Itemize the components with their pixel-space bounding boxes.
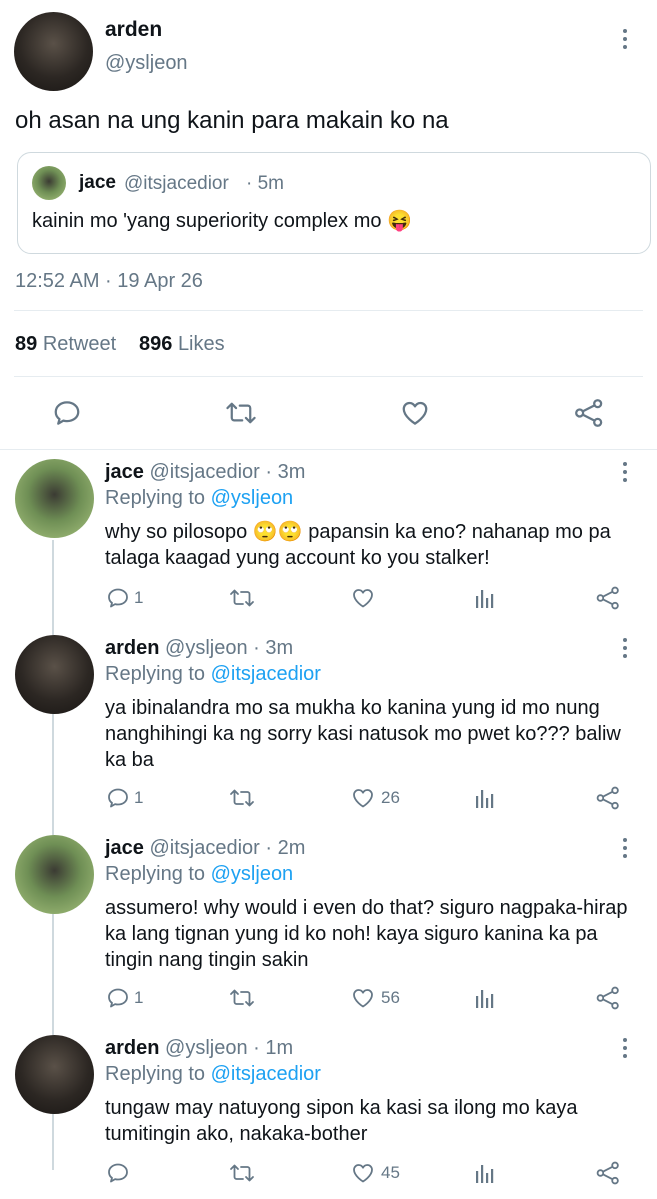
like-count: 26 — [381, 788, 400, 807]
reply-meta: @ysljeon · 1m — [165, 1037, 294, 1059]
tweet-text: oh asan na ung kanin para makain ko na — [15, 107, 449, 134]
replying-to: Replying to @itsjacedior — [105, 1063, 321, 1086]
share-icon[interactable] — [595, 1160, 621, 1186]
retweet-icon[interactable] — [229, 986, 255, 1010]
replying-to: Replying to @ysljeon — [105, 863, 293, 886]
quoted-text: kainin mo 'yang superiority complex mo 😝 — [32, 210, 412, 232]
replying-label: Replying to — [105, 663, 206, 685]
author-handle[interactable]: @ysljeon — [105, 52, 188, 75]
likes-count: 896 — [139, 333, 173, 355]
share-icon[interactable] — [595, 585, 621, 611]
retweet-count: 89 — [15, 333, 38, 355]
quoted-tweet[interactable] — [17, 152, 651, 254]
reply-name[interactable]: arden — [105, 637, 159, 659]
like-icon[interactable] — [400, 398, 430, 428]
reply-button[interactable] — [106, 1161, 134, 1185]
reply-avatar[interactable] — [15, 635, 94, 714]
replying-label: Replying to — [105, 863, 206, 885]
reply-count: 1 — [134, 788, 144, 807]
reply-avatar[interactable] — [15, 835, 94, 914]
quoted-handle: @itsjacedior — [124, 173, 229, 194]
divider — [0, 449, 657, 450]
reply-name[interactable]: jace — [105, 837, 144, 859]
quoted-name: jace — [79, 172, 116, 193]
reply-header: arden @ysljeon · 1m — [105, 1037, 293, 1060]
share-icon[interactable] — [595, 785, 621, 811]
share-icon[interactable] — [573, 397, 605, 429]
analytics-icon[interactable] — [474, 787, 496, 809]
replying-handle[interactable]: @ysljeon — [211, 863, 294, 885]
reply-header: arden @ysljeon · 3m — [105, 637, 293, 660]
reply-meta: @itsjacedior · 2m — [149, 837, 306, 859]
like-button[interactable]: 45 — [351, 1161, 400, 1185]
reply-text: ya ibinalandra mo sa mukha ko kanina yun… — [105, 697, 621, 771]
reply-name[interactable]: jace — [105, 461, 144, 483]
replying-handle[interactable]: @itsjacedior — [211, 1063, 321, 1085]
more-options-icon[interactable] — [622, 29, 628, 53]
like-count: 45 — [381, 1163, 400, 1182]
more-options-icon[interactable] — [622, 838, 628, 862]
reply-header: jace @itsjacedior · 3m — [105, 461, 305, 484]
like-button[interactable]: 26 — [351, 786, 400, 810]
reply-header: jace @itsjacedior · 2m — [105, 837, 305, 860]
reply-text: why so pilosopo 🙄🙄 papansin ka eno? naha… — [105, 521, 611, 569]
quoted-time: · 5m — [246, 173, 284, 194]
quoted-avatar — [32, 166, 66, 200]
reply-count: 1 — [134, 988, 144, 1007]
analytics-icon[interactable] — [474, 587, 496, 609]
reply-avatar[interactable] — [15, 1035, 94, 1114]
reply-avatar[interactable] — [15, 459, 94, 538]
tweet-timestamp: 12:52 AM · 19 Apr 26 — [15, 270, 203, 292]
retweet-label: Retweet — [42, 333, 117, 355]
divider — [14, 376, 643, 377]
divider — [14, 310, 643, 311]
reply-name[interactable]: arden — [105, 1037, 159, 1059]
replying-label: Replying to — [105, 487, 206, 509]
reply-text: assumero! why would i even do that? sigu… — [105, 897, 628, 971]
replying-label: Replying to — [105, 1063, 206, 1085]
retweet-icon[interactable] — [225, 398, 257, 428]
more-options-icon[interactable] — [622, 462, 628, 486]
likes-label: Likes — [177, 333, 225, 355]
author-name[interactable]: arden — [105, 18, 162, 42]
like-count: 56 — [381, 988, 400, 1007]
retweet-icon[interactable] — [229, 1161, 255, 1185]
like-button[interactable]: 56 — [351, 986, 400, 1010]
reply-button[interactable]: 1 — [106, 786, 143, 810]
author-avatar[interactable] — [14, 12, 93, 91]
share-icon[interactable] — [595, 985, 621, 1011]
replying-handle[interactable]: @ysljeon — [211, 487, 294, 509]
reply-button[interactable]: 1 — [106, 586, 143, 610]
analytics-icon[interactable] — [474, 1162, 496, 1184]
reply-icon[interactable] — [52, 398, 82, 428]
reply-meta: @ysljeon · 3m — [165, 637, 294, 659]
reply-meta: @itsjacedior · 3m — [149, 461, 306, 483]
retweet-stat[interactable]: 89 Retweet — [15, 333, 116, 356]
reply-button[interactable]: 1 — [106, 986, 143, 1010]
replying-to: Replying to @ysljeon — [105, 487, 293, 510]
likes-stat[interactable]: 896 Likes — [139, 333, 225, 356]
retweet-icon[interactable] — [229, 586, 255, 610]
like-button[interactable] — [351, 586, 381, 610]
analytics-icon[interactable] — [474, 987, 496, 1009]
reply-count: 1 — [134, 588, 144, 607]
retweet-icon[interactable] — [229, 786, 255, 810]
more-options-icon[interactable] — [622, 1038, 628, 1062]
reply-text: tungaw may natuyong sipon ka kasi sa ilo… — [105, 1097, 578, 1145]
replying-handle[interactable]: @itsjacedior — [211, 663, 321, 685]
replying-to: Replying to @itsjacedior — [105, 663, 321, 686]
more-options-icon[interactable] — [622, 638, 628, 662]
